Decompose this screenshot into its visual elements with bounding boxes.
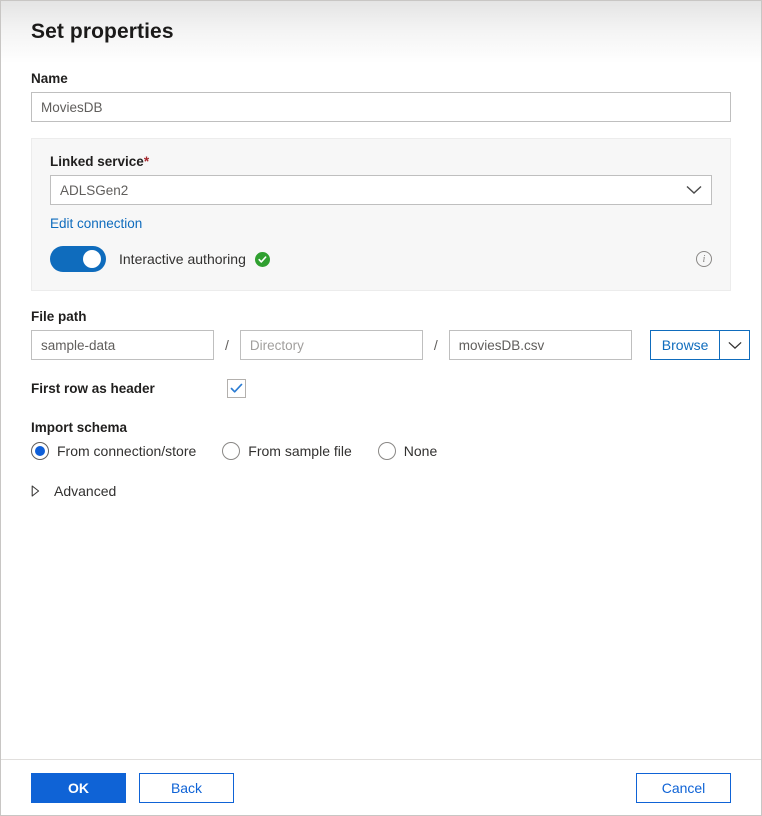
cancel-button[interactable]: Cancel xyxy=(636,773,731,803)
radio-from-connection-store[interactable]: From connection/store xyxy=(31,442,196,460)
triangle-right-icon xyxy=(31,485,43,497)
info-icon[interactable]: i xyxy=(696,251,712,267)
chevron-down-icon xyxy=(728,341,742,350)
interactive-authoring-label: Interactive authoring xyxy=(119,251,246,267)
path-separator-1: / xyxy=(214,337,240,353)
browse-dropdown-button[interactable] xyxy=(719,330,750,360)
set-properties-dialog: Set properties Name Linked service* Edit… xyxy=(0,0,762,816)
file-path-container-input[interactable] xyxy=(31,330,214,360)
file-path-file-input[interactable] xyxy=(449,330,632,360)
radio-label: None xyxy=(404,443,437,459)
radio-none[interactable]: None xyxy=(378,442,437,460)
checkmark-icon xyxy=(230,383,243,394)
first-row-header-checkbox[interactable] xyxy=(227,379,246,398)
radio-indicator xyxy=(31,442,49,460)
ok-button[interactable]: OK xyxy=(31,773,126,803)
import-schema-group: Import schema From connection/store From… xyxy=(31,419,731,460)
import-schema-label: Import schema xyxy=(31,419,731,436)
dialog-footer: OK Back Cancel xyxy=(1,759,761,815)
linked-service-select[interactable] xyxy=(50,175,712,205)
linked-service-panel: Linked service* Edit connection Interact… xyxy=(31,138,731,291)
interactive-authoring-row: Interactive authoring i xyxy=(50,246,712,272)
radio-dot xyxy=(35,446,45,456)
path-separator-2: / xyxy=(423,337,449,353)
back-button[interactable]: Back xyxy=(139,773,234,803)
file-path-label: File path xyxy=(31,308,731,325)
name-field-group: Name xyxy=(31,70,731,122)
radio-label: From connection/store xyxy=(57,443,196,459)
browse-button-group: Browse xyxy=(650,330,751,360)
file-path-row: / / Browse xyxy=(31,330,731,360)
interactive-authoring-toggle[interactable] xyxy=(50,246,106,272)
toggle-knob xyxy=(83,250,101,268)
dialog-body: Name Linked service* Edit connection Int… xyxy=(1,63,761,759)
radio-from-sample-file[interactable]: From sample file xyxy=(222,442,351,460)
file-path-group: File path / / Browse xyxy=(31,308,731,360)
check-circle-icon xyxy=(255,252,270,267)
advanced-label: Advanced xyxy=(54,483,116,499)
linked-service-select-wrap xyxy=(50,175,712,205)
radio-indicator xyxy=(222,442,240,460)
first-row-header-row: First row as header xyxy=(31,379,731,398)
file-path-directory-input[interactable] xyxy=(240,330,423,360)
name-label: Name xyxy=(31,70,731,87)
radio-label: From sample file xyxy=(248,443,351,459)
linked-service-label: Linked service* xyxy=(50,153,712,170)
required-asterisk: * xyxy=(144,154,149,169)
advanced-expander[interactable]: Advanced xyxy=(31,483,116,499)
first-row-header-label: First row as header xyxy=(31,381,227,396)
edit-connection-link[interactable]: Edit connection xyxy=(50,216,142,231)
name-input[interactable] xyxy=(31,92,731,122)
dialog-header: Set properties xyxy=(1,1,761,63)
page-title: Set properties xyxy=(31,20,174,44)
radio-indicator xyxy=(378,442,396,460)
browse-button[interactable]: Browse xyxy=(650,330,720,360)
import-schema-radio-row: From connection/store From sample file N… xyxy=(31,442,731,460)
linked-service-label-text: Linked service xyxy=(50,154,144,169)
